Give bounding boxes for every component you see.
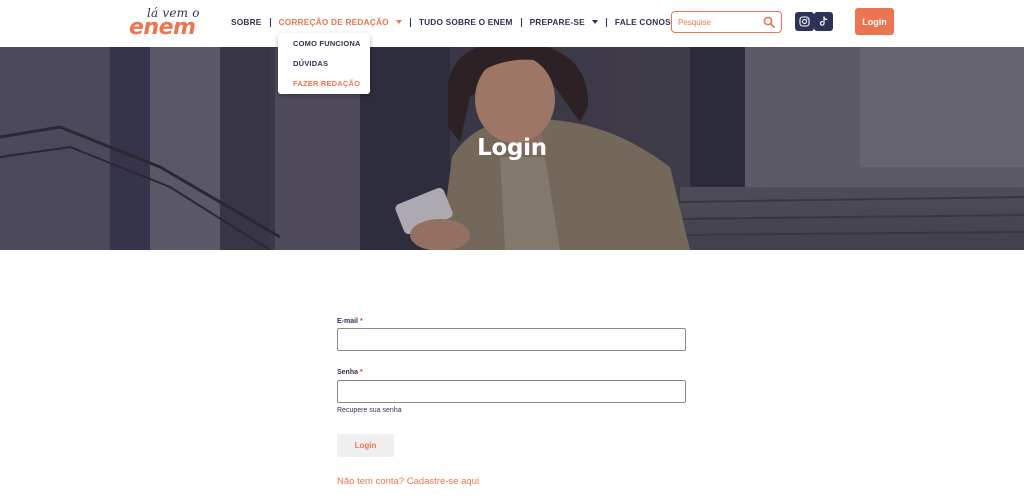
nav-item-label: PREPARE-SE: [529, 17, 585, 27]
password-label: Senha *: [337, 369, 363, 376]
dropdown-item-como-funciona[interactable]: COMO FUNCIONA: [278, 38, 370, 58]
nav-item-correcao-de-redacao[interactable]: CORREÇÃO DE REDAÇÃO: [279, 17, 402, 27]
password-field[interactable]: [337, 380, 686, 403]
correcao-dropdown-menu: COMO FUNCIONA DÚVIDAS FAZER REDAÇÃO: [278, 33, 370, 94]
recover-password-link[interactable]: Recupere sua senha: [337, 407, 402, 414]
nav-item-tudo-sobre-o-enem[interactable]: TUDO SOBRE O ENEM: [419, 17, 513, 27]
nav-divider: [409, 17, 411, 27]
nav-divider: [269, 17, 271, 27]
email-field[interactable]: [337, 328, 686, 351]
search-icon[interactable]: [763, 16, 775, 28]
signup-link[interactable]: Não tem conta? Cadastre-se aqui: [337, 476, 479, 487]
search-box: [671, 11, 782, 33]
page-title: Login: [477, 135, 547, 161]
nav-item-prepare-se[interactable]: PREPARE-SE: [530, 17, 598, 27]
nav-divider: [605, 17, 607, 27]
login-submit-button[interactable]: Login: [337, 434, 394, 457]
email-label: E-mail *: [337, 318, 363, 325]
chevron-down-icon: [591, 20, 598, 24]
nav-item-sobre[interactable]: SOBRE: [231, 17, 262, 27]
logo[interactable]: lá vem o enem: [129, 6, 205, 40]
tiktok-link[interactable]: [814, 12, 833, 31]
email-label-text: E-mail: [337, 318, 359, 325]
required-mark: *: [359, 318, 363, 325]
dropdown-item-duvidas[interactable]: DÚVIDAS: [278, 58, 370, 78]
site-header: lá vem o enem SOBRE CORREÇÃO DE REDAÇÃO …: [0, 0, 1024, 47]
tiktok-icon: [819, 16, 828, 26]
header-login-button[interactable]: Login: [855, 8, 894, 35]
hero-banner: Login: [0, 47, 1024, 250]
main-nav: SOBRE CORREÇÃO DE REDAÇÃO TUDO SOBRE O E…: [231, 16, 701, 28]
logo-wordmark: enem: [129, 15, 196, 40]
nav-item-label: CORREÇÃO DE REDAÇÃO: [278, 17, 389, 27]
instagram-link[interactable]: [795, 12, 814, 31]
nav-divider: [520, 17, 522, 27]
search-input[interactable]: [678, 15, 762, 29]
chevron-down-icon: [395, 20, 402, 24]
password-label-text: Senha: [337, 369, 359, 376]
instagram-icon: [799, 16, 810, 27]
dropdown-item-fazer-redacao[interactable]: FAZER REDAÇÃO: [278, 78, 370, 98]
required-mark: *: [359, 369, 363, 376]
